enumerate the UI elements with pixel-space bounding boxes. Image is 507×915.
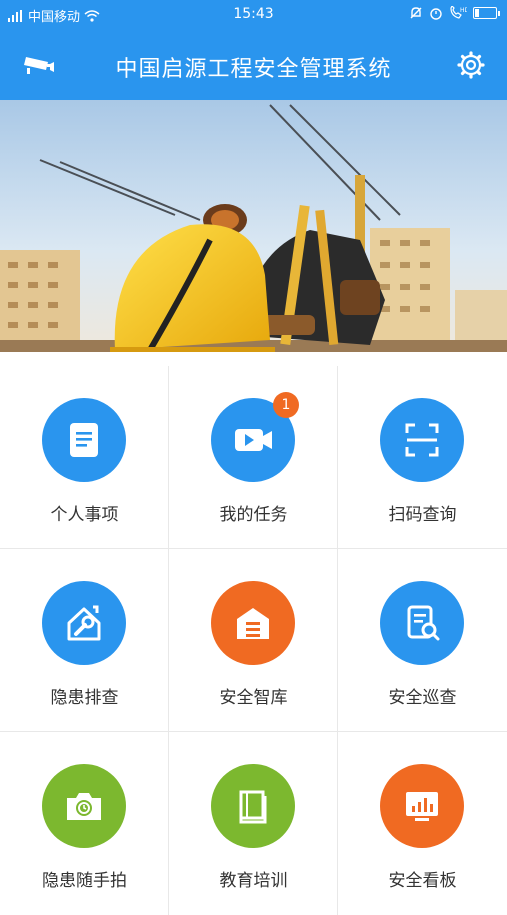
battery-icon xyxy=(473,7,500,19)
app-header: 中国启源工程安全管理系统 xyxy=(0,30,507,100)
bell-off-icon xyxy=(410,7,422,19)
camera-icon xyxy=(42,764,126,848)
menu-item-label: 隐患排查 xyxy=(50,688,119,708)
book-icon xyxy=(211,764,295,848)
menu-item-my-tasks[interactable]: 1 我的任务 xyxy=(169,366,338,549)
status-right: HD xyxy=(409,6,500,20)
page-title: 中国启源工程安全管理系统 xyxy=(115,57,392,82)
menu-item-hazard-snapshot[interactable]: 隐患随手拍 xyxy=(0,732,169,915)
gear-icon[interactable] xyxy=(457,51,485,79)
svg-text:HD: HD xyxy=(460,7,467,14)
warehouse-icon xyxy=(211,581,295,665)
menu-item-label: 安全看板 xyxy=(388,871,457,891)
menu-item-label: 我的任务 xyxy=(219,505,288,525)
menu-item-label: 安全巡查 xyxy=(388,688,457,708)
menu-grid: 个人事项 1 我的任务 扫码查询 隐患排查 安全智库 安全巡查 隐患随手拍 教育… xyxy=(0,366,507,915)
status-bar: 中国移动 15:43 HD xyxy=(0,0,507,30)
scan-icon xyxy=(380,398,464,482)
task-count-badge: 1 xyxy=(273,392,299,418)
menu-item-label: 安全智库 xyxy=(219,688,288,708)
menu-item-label: 扫码查询 xyxy=(388,505,457,525)
house-wrench-icon xyxy=(42,581,126,665)
dashboard-icon xyxy=(380,764,464,848)
menu-item-label: 隐患随手拍 xyxy=(42,871,127,891)
menu-item-safety-dashboard[interactable]: 安全看板 xyxy=(338,732,507,915)
video-icon: 1 xyxy=(211,392,299,482)
menu-item-education-training[interactable]: 教育培训 xyxy=(169,732,338,915)
menu-item-label: 教育培训 xyxy=(219,871,288,891)
document-icon xyxy=(42,398,126,482)
banner-image[interactable] xyxy=(0,100,507,352)
menu-item-safety-patrol[interactable]: 安全巡查 xyxy=(338,549,507,732)
alarm-icon xyxy=(430,8,442,20)
menu-item-label: 个人事项 xyxy=(50,505,119,525)
hd-call-icon: HD xyxy=(450,6,467,19)
doc-search-icon xyxy=(380,581,464,665)
menu-item-hazard-inspection[interactable]: 隐患排查 xyxy=(0,549,169,732)
menu-item-personal-matters[interactable]: 个人事项 xyxy=(0,366,169,549)
menu-item-safety-library[interactable]: 安全智库 xyxy=(169,549,338,732)
menu-item-scan-query[interactable]: 扫码查询 xyxy=(338,366,507,549)
